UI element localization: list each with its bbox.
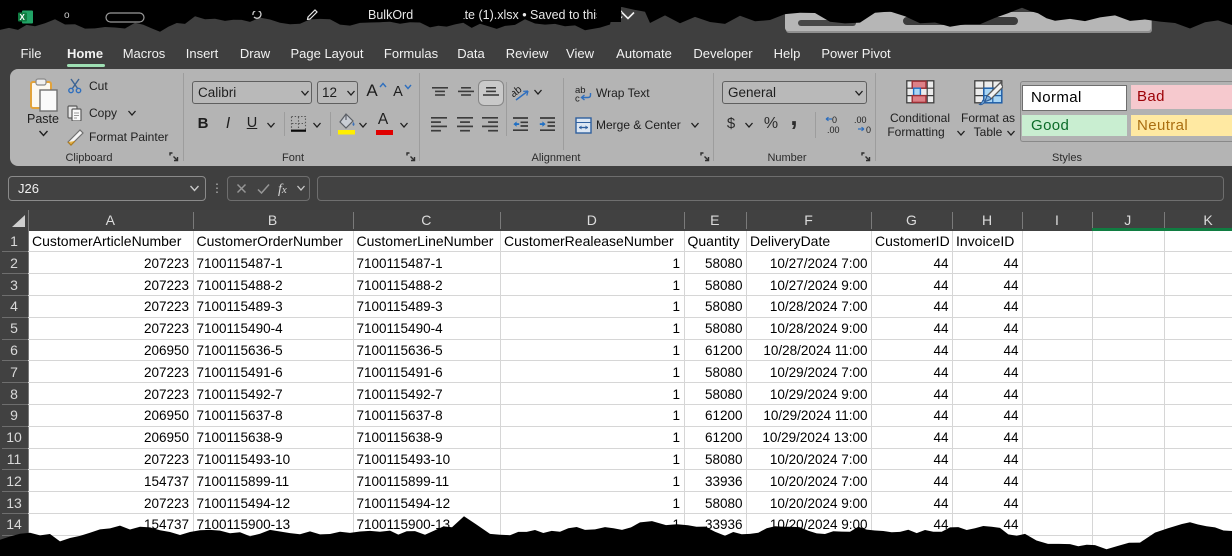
- svg-text:X: X: [20, 13, 26, 22]
